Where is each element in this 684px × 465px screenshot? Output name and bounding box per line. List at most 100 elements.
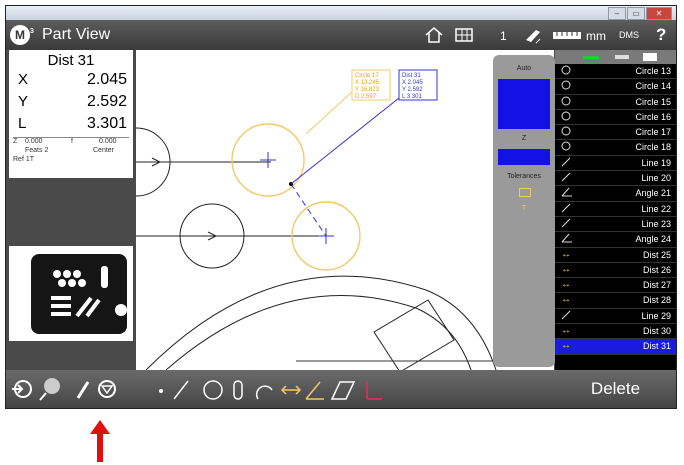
circle-tool-icon[interactable] (203, 380, 223, 400)
dist-callout-title: Dist 31 (402, 73, 421, 79)
angle-icon (561, 187, 573, 200)
feature-list-item[interactable]: Line 22 (555, 202, 676, 217)
tolerances-label[interactable]: Tolerances (498, 173, 550, 180)
part-thumbnail (31, 254, 127, 334)
line-tool-icon[interactable] (173, 380, 189, 400)
list-header (555, 50, 676, 64)
feature-label: Line 29 (641, 310, 671, 321)
feature-list-item[interactable]: Circle 13 (555, 64, 676, 80)
home-icon[interactable] (424, 26, 444, 44)
ruler-icon[interactable] (552, 26, 582, 44)
feature-label: Dist 28 (642, 295, 671, 306)
feature-label: Dist 27 (642, 280, 671, 291)
feature-list-item[interactable]: Line 23 (555, 217, 676, 233)
units-toggle[interactable]: mm (586, 29, 606, 43)
feature-list-item[interactable]: ↔ Dist 30 (555, 324, 676, 340)
maximize-button[interactable]: ▭ (627, 7, 645, 20)
feature-list-item[interactable]: ↔ Dist 27 (555, 278, 676, 294)
z-blue-button[interactable] (498, 149, 550, 165)
feats-label: Feats 2 (25, 147, 49, 154)
auto-blue-button[interactable] (498, 79, 550, 129)
count-readout: 1 (500, 29, 507, 43)
line-icon (561, 203, 573, 216)
z-label: Z (13, 138, 18, 145)
grid-icon[interactable] (454, 26, 474, 44)
parallelogram-tool-icon[interactable] (330, 381, 356, 400)
dist-callout-l: L 3.301 (402, 94, 422, 100)
distance-icon: ↔ (561, 279, 571, 291)
feature-label: Line 20 (641, 173, 671, 184)
distance-icon: ↔ (561, 340, 571, 352)
feature-list-item[interactable]: Circle 16 (555, 110, 676, 126)
circle-callout-d: D 2.597 (355, 94, 377, 100)
feature-label: Circle 13 (635, 66, 671, 76)
feature-label: Circle 15 (635, 96, 671, 107)
dro-row-y: Y 2.592 (9, 91, 133, 113)
dist-callout-y: Y 2.592 (402, 87, 423, 93)
feature-list-item[interactable]: ↔ Dist 28 (555, 293, 676, 309)
perpendicular-tool-icon[interactable] (366, 381, 382, 400)
slot-tool-icon[interactable] (233, 380, 243, 400)
target-icon[interactable] (98, 380, 116, 398)
arc-tool-icon[interactable] (255, 385, 273, 400)
tolerance-box-icon[interactable] (519, 188, 531, 197)
feature-list-item[interactable]: Line 29 (555, 309, 676, 325)
part-view-canvas[interactable]: Circle 17 X 13.245 Y 16.823 D 2.597 Dist… (136, 50, 554, 370)
magnifier-icon[interactable] (39, 378, 60, 401)
tolerance-t-button[interactable]: T (498, 205, 550, 212)
feature-label: Line 22 (641, 203, 671, 214)
f-value: 0.000 (99, 138, 117, 145)
feature-list-item[interactable]: ↔ Dist 26 (555, 263, 676, 279)
axis-label: L (18, 115, 27, 132)
dro-meta-row: Feats 2 Center (9, 147, 133, 156)
feature-list-item[interactable]: Angle 24 (555, 232, 676, 248)
feature-list-item[interactable]: ↔ Dist 31 (555, 339, 676, 355)
app-title: Part View (42, 26, 111, 43)
angle-tool-icon[interactable] (305, 381, 324, 400)
feature-label: Dist 30 (642, 326, 671, 337)
feature-list-item[interactable]: Line 19 (555, 156, 676, 172)
help-button[interactable]: ? (656, 25, 666, 45)
angle-icon (561, 233, 573, 246)
distance-tool-icon[interactable] (280, 385, 302, 395)
feature-list-item[interactable]: Angle 21 (555, 186, 676, 202)
circle-icon (561, 96, 573, 109)
enter-icon[interactable] (12, 380, 32, 398)
feature-list-item[interactable]: Line 20 (555, 171, 676, 187)
close-button[interactable]: ✕ (646, 7, 672, 20)
feature-label: Circle 18 (635, 142, 671, 153)
feature-list-item[interactable]: Circle 17 (555, 125, 676, 141)
distance-icon: ↔ (561, 325, 571, 337)
probe-icon[interactable] (522, 26, 544, 44)
z-label: Z (521, 135, 527, 142)
feature-list-item[interactable]: Circle 18 (555, 140, 676, 156)
circle-icon (561, 80, 573, 93)
point-icon[interactable] (159, 389, 163, 393)
feature-label: Line 19 (641, 157, 671, 168)
dro-row-l: L 3.301 (9, 113, 133, 135)
circle-icon (561, 65, 573, 78)
feature-label: Line 23 (641, 218, 671, 229)
auto-button[interactable]: Auto (498, 65, 550, 72)
circle-icon (561, 126, 573, 139)
line-icon (561, 157, 573, 170)
feature-label: Dist 31 (642, 341, 671, 352)
axis-value: 2.045 (86, 71, 127, 88)
feature-preview (9, 246, 133, 341)
axis-label: Y (18, 93, 29, 110)
feature-list-item[interactable]: ↔ Dist 25 (555, 248, 676, 263)
axis-label: X (18, 71, 29, 88)
feature-title: Dist 31 (47, 52, 95, 69)
dro-meta-row: Z 0.000 f 0.000 (9, 138, 133, 147)
pencil-icon[interactable] (76, 381, 90, 399)
angle-mode-toggle[interactable]: DMS (619, 30, 639, 40)
line-icon (561, 310, 573, 323)
circle-icon (561, 111, 573, 124)
delete-button[interactable]: Delete (555, 370, 676, 408)
distance-icon: ↔ (561, 263, 571, 275)
feature-list-item[interactable]: Circle 15 (555, 95, 676, 110)
minimize-button[interactable]: – (608, 7, 626, 20)
feature-list-item[interactable]: Circle 14 (555, 79, 676, 95)
app-logo: M3 (10, 25, 34, 45)
feature-label: Dist 25 (642, 249, 671, 260)
